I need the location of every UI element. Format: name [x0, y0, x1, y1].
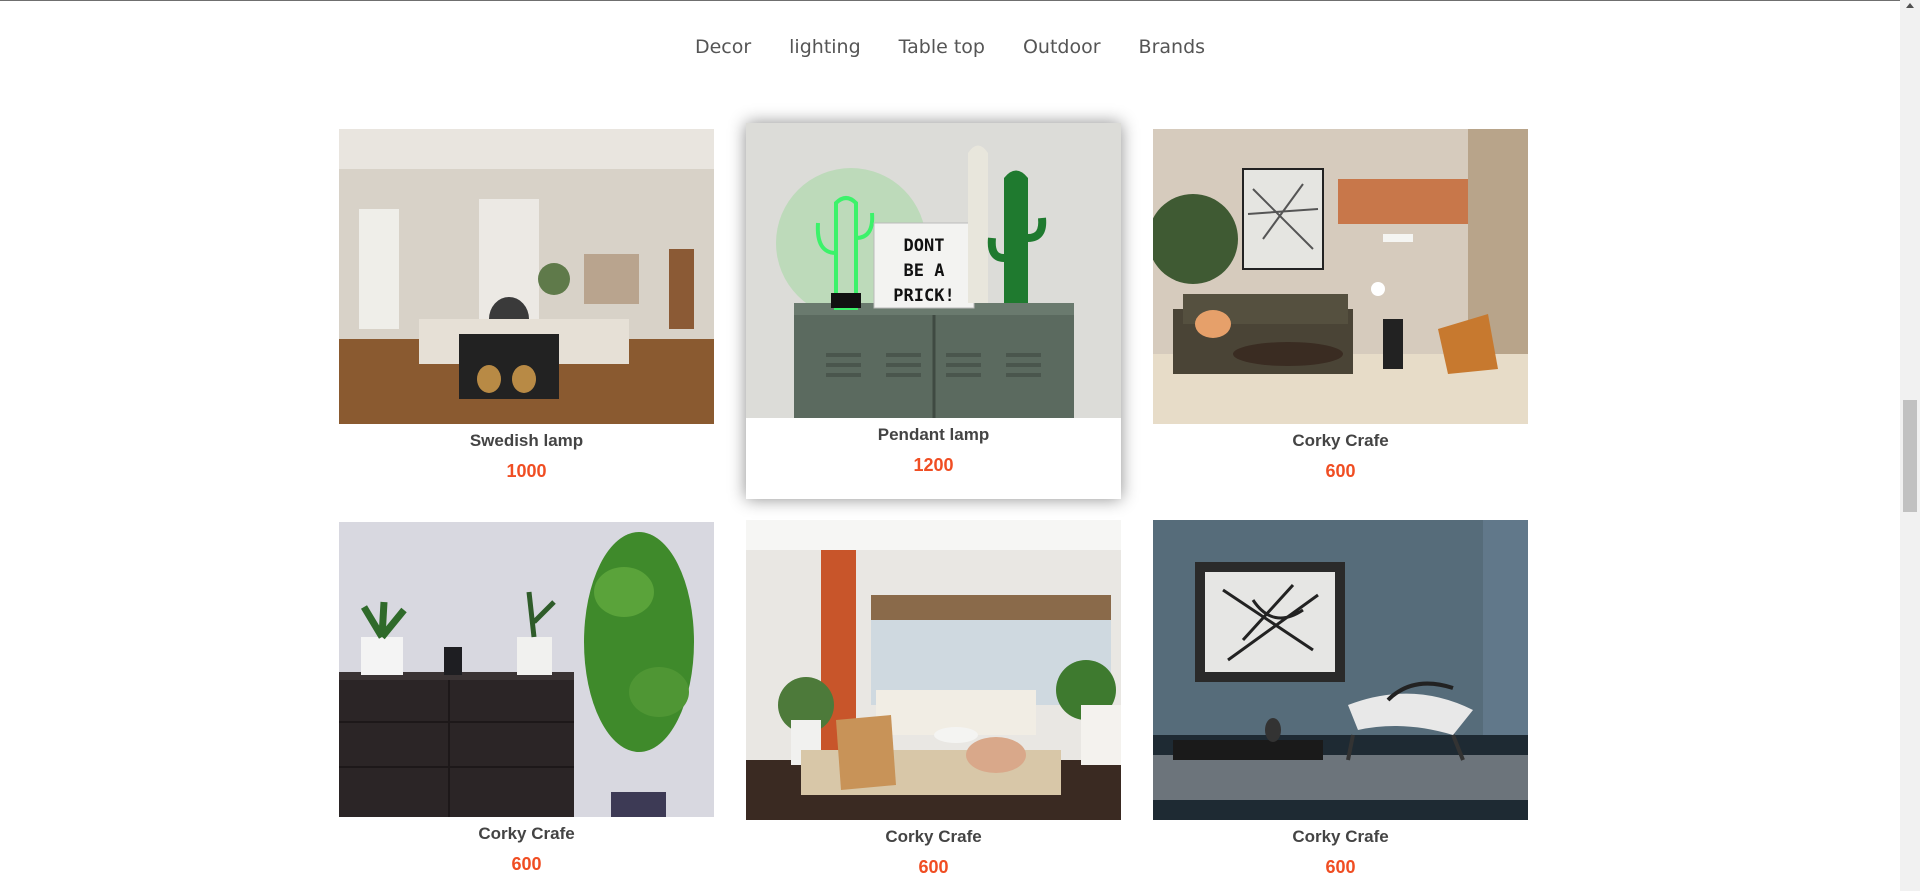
product-name: Swedish lamp [469, 431, 584, 450]
product-price: 600 [1325, 857, 1356, 877]
product-price: 1000 [506, 461, 547, 481]
product-card[interactable]: Swedish lamp 1000 [339, 129, 714, 482]
product-image-cactus-lightbox[interactable]: DONT BE A PRICK! [746, 123, 1121, 418]
nav-link-table-top[interactable]: Table top [899, 36, 985, 58]
category-nav: Decor lighting Table top Outdoor Brands [0, 36, 1900, 58]
top-divider [0, 0, 1900, 1]
product-price: 600 [511, 854, 542, 874]
lightbox-line-2: BE A [904, 261, 945, 281]
lightbox-line-1: DONT [904, 236, 945, 256]
nav-link-brands[interactable]: Brands [1139, 36, 1206, 58]
product-card[interactable]: Corky Crafe 600 [1153, 129, 1528, 482]
product-image-living-room[interactable] [339, 129, 714, 424]
nav-link-outdoor[interactable]: Outdoor [1023, 36, 1101, 58]
product-name: Corky Crafe [1292, 431, 1389, 450]
product-card-featured[interactable]: DONT BE A PRICK! Pendant lamp 1200 [746, 123, 1121, 499]
product-name: Corky Crafe [885, 827, 982, 846]
scrollbar-thumb[interactable] [1903, 400, 1917, 512]
nav-link-lighting[interactable]: lighting [789, 36, 861, 58]
product-image-blue-lounge[interactable] [1153, 520, 1528, 820]
scroll-up-arrow-icon[interactable] [1906, 3, 1914, 8]
product-price: 600 [1325, 461, 1356, 481]
page: Decor lighting Table top Outdoor Brands [0, 0, 1920, 891]
product-name: Corky Crafe [478, 824, 575, 843]
product-name: Pendant lamp [877, 425, 990, 444]
product-card[interactable]: Corky Crafe 600 [339, 522, 714, 875]
product-image-bright-living-room[interactable] [746, 520, 1121, 820]
nav-link-decor[interactable]: Decor [695, 36, 751, 58]
product-image-dresser-plants[interactable] [339, 522, 714, 817]
lightbox-line-3: PRICK! [893, 286, 954, 306]
product-card[interactable]: Corky Crafe 600 [1153, 520, 1528, 878]
product-image-lounge[interactable] [1153, 129, 1528, 424]
product-price: 1200 [913, 455, 954, 475]
product-price: 600 [918, 857, 949, 877]
product-card[interactable]: Corky Crafe 600 [746, 520, 1121, 878]
vertical-scrollbar[interactable] [1900, 0, 1920, 891]
product-name: Corky Crafe [1292, 827, 1389, 846]
